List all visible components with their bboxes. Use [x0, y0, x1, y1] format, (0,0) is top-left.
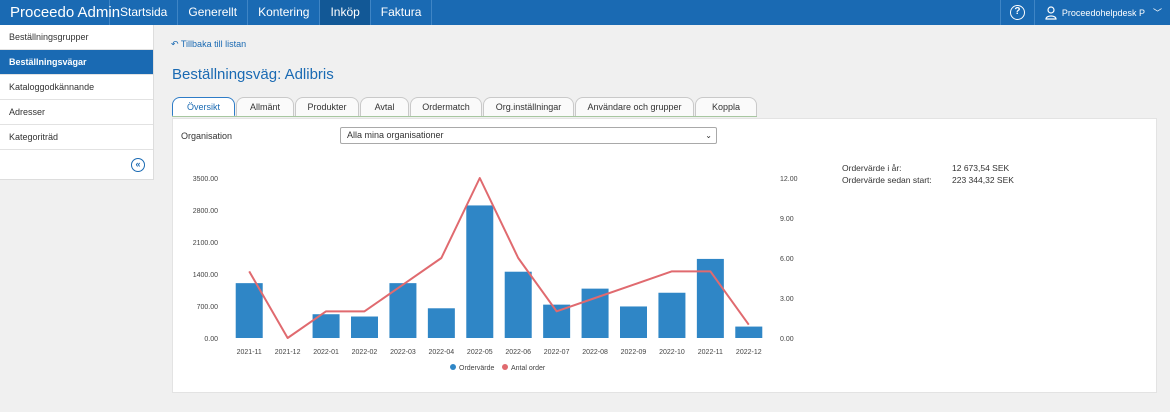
nav-inkop[interactable]: Inköp [320, 0, 371, 25]
stat-label: Ordervärde i år: [842, 163, 902, 173]
sidebar-item-adresser[interactable]: Adresser [0, 100, 153, 125]
top-navigation-bar: Proceedo Admin Startsida Generellt Konte… [0, 0, 1170, 25]
sidebar-item-bestallningsgrupper[interactable]: Beställningsgrupper [0, 25, 153, 50]
sidebar: Beställningsgrupper Beställningsvägar Ka… [0, 25, 154, 180]
stat-label: Ordervärde sedan start: [842, 175, 932, 185]
tab-org-installningar[interactable]: Org.inställningar [483, 97, 574, 117]
sidebar-item-kataloggodkannande[interactable]: Kataloggodkännande [0, 75, 153, 100]
tab-produkter[interactable]: Produkter [295, 97, 359, 117]
user-icon [1045, 5, 1057, 20]
stat-row-since-start: Ordervärde sedan start: 223 344,32 SEK [842, 174, 1014, 186]
stat-value: 223 344,32 SEK [952, 175, 1014, 185]
tab-ordermatch[interactable]: Ordermatch [410, 97, 482, 117]
sidebar-item-bestallningsvagar[interactable]: Beställningsvägar [0, 50, 153, 75]
nav-startsida[interactable]: Startsida [110, 0, 179, 25]
nav-kontering[interactable]: Kontering [248, 0, 321, 25]
user-menu[interactable]: Proceedohelpdesk P ﹀ [1033, 0, 1170, 25]
user-name: Proceedohelpdesk P [1061, 7, 1145, 18]
organisation-label: Organisation [181, 131, 233, 141]
tab-bar: Översikt Allmänt Produkter Avtal Orderma… [172, 97, 758, 117]
tab-avtal[interactable]: Avtal [360, 97, 409, 117]
tab-anvandare-och-grupper[interactable]: Användare och grupper [575, 97, 694, 117]
tab-underline [172, 116, 757, 117]
organisation-select-value: Alla mina organisationer [347, 130, 444, 140]
organisation-select[interactable]: Alla mina organisationer ⌄ [340, 127, 717, 144]
nav-generellt[interactable]: Generellt [178, 0, 249, 25]
chevron-down-icon: ﹀ [1152, 8, 1162, 18]
app-title[interactable]: Proceedo Admin [0, 0, 120, 25]
back-link[interactable]: ↶ Tillbaka till listan [171, 39, 246, 50]
back-link-label: Tillbaka till listan [180, 39, 247, 49]
collapse-sidebar-icon[interactable]: « [131, 158, 145, 172]
stat-value: 12 673,54 SEK [952, 163, 1010, 173]
help-button[interactable]: ? [999, 0, 1034, 25]
stat-row-year: Ordervärde i år: 12 673,54 SEK [842, 162, 1010, 174]
help-icon: ? [1009, 5, 1025, 20]
back-arrow-icon: ↶ [171, 39, 179, 49]
tab-oversikt[interactable]: Översikt [172, 97, 235, 117]
chevron-down-icon: ⌄ [705, 131, 712, 140]
sidebar-item-kategoritrad[interactable]: Kategoriträd [0, 125, 153, 150]
overview-panel [172, 118, 1157, 393]
tab-koppla[interactable]: Koppla [695, 97, 757, 117]
tab-allmant[interactable]: Allmänt [236, 97, 294, 117]
page-title: Beställningsväg: Adlibris [172, 66, 334, 83]
order-stats: Ordervärde i år: 12 673,54 SEK Ordervärd… [842, 162, 1014, 186]
nav-faktura[interactable]: Faktura [371, 0, 433, 25]
